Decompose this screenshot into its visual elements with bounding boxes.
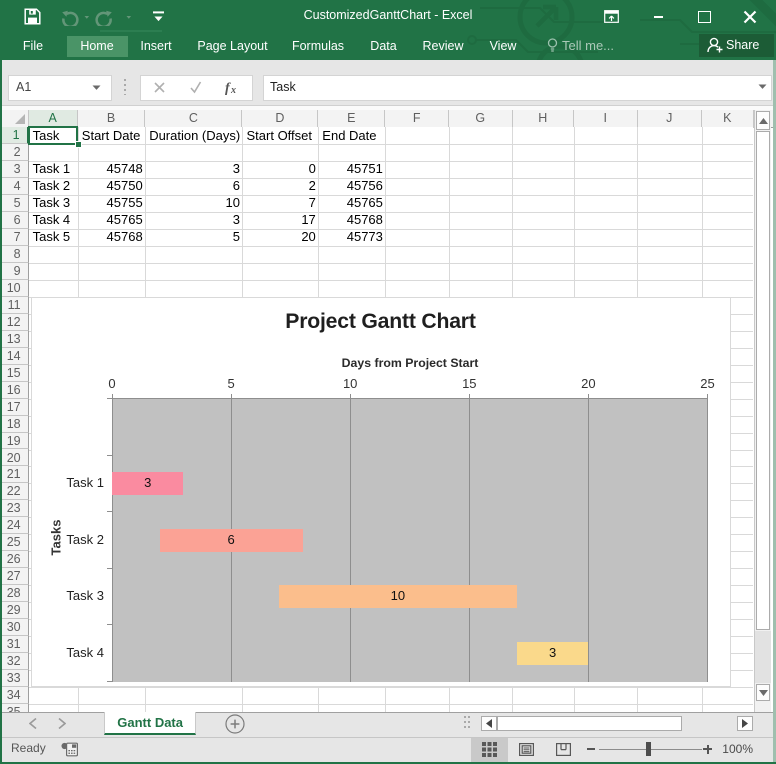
svg-text:x: x <box>230 85 236 95</box>
